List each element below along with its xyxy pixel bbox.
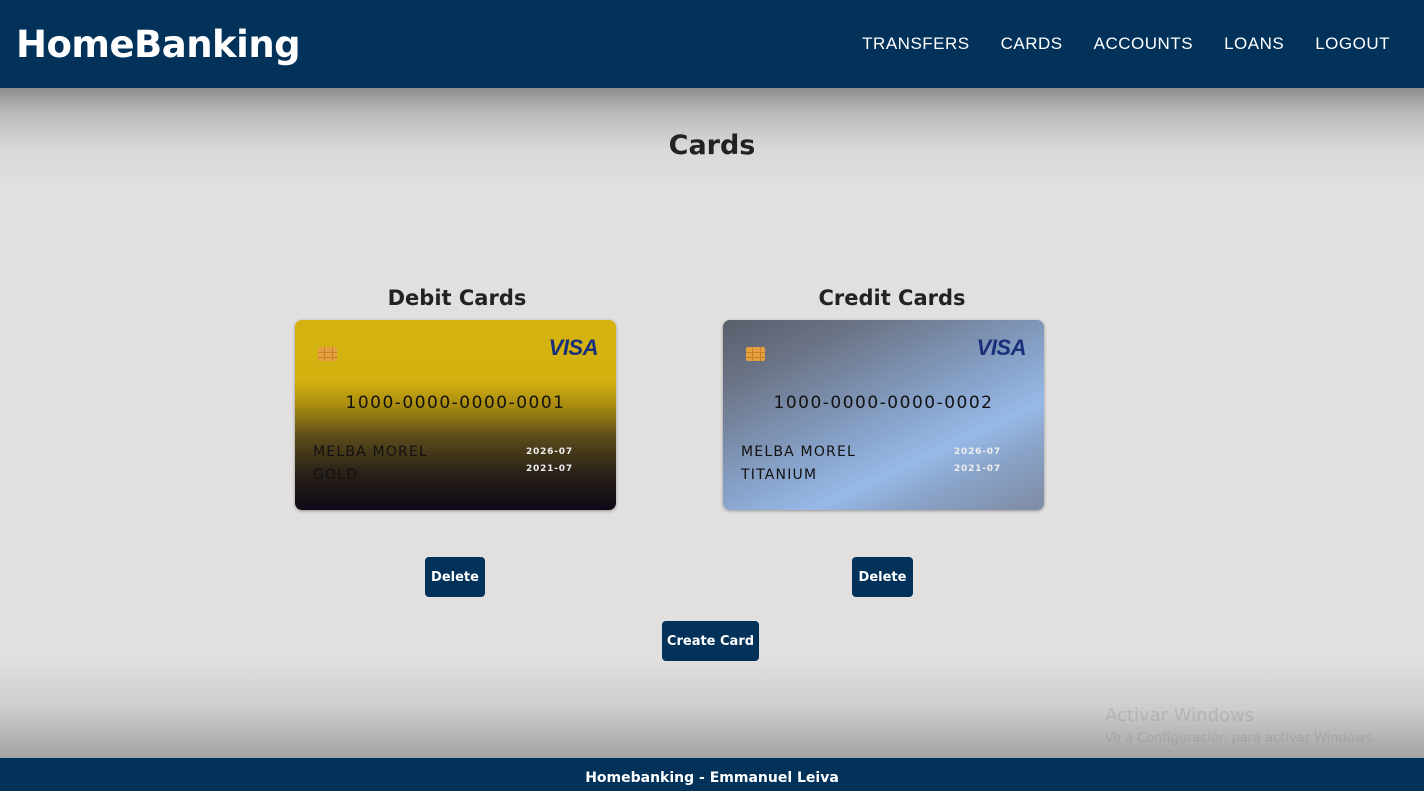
card-number: 1000-0000-0000-0001 <box>345 393 566 413</box>
card-thru-date: 2026-07 <box>526 447 573 457</box>
card-from-date: 2021-07 <box>526 464 573 474</box>
card-tier: GOLD <box>313 467 359 483</box>
navbar: HomeBanking TRANSFERS CARDS ACCOUNTS LOA… <box>0 0 1424 88</box>
page-title: Cards <box>668 130 756 161</box>
footer: Homebanking - Emmanuel Leiva <box>0 758 1424 791</box>
nav-link-logout[interactable]: LOGOUT <box>1315 34 1390 54</box>
visa-logo: VISA <box>976 335 1027 360</box>
card-holder-name: MELBA MOREL <box>313 444 429 460</box>
debit-card[interactable]: VISA 1000-0000-0000-0001 MELBA MOREL GOL… <box>295 320 616 510</box>
main-content: Cards Debit Cards VISA 1000-0000-0000-00… <box>0 88 1424 758</box>
credit-cards-title: Credit Cards <box>818 286 966 310</box>
brand-logo[interactable]: HomeBanking <box>16 23 301 66</box>
nav-link-loans[interactable]: LOANS <box>1224 34 1284 54</box>
credit-card[interactable]: VISA 1000-0000-0000-0002 MELBA MOREL TIT… <box>723 320 1044 510</box>
card-thru-date: 2026-07 <box>954 447 1001 457</box>
debit-cards-title: Debit Cards <box>387 286 527 310</box>
visa-logo: VISA <box>548 335 599 360</box>
create-card-button[interactable]: Create Card <box>662 621 759 661</box>
delete-credit-card-button[interactable]: Delete <box>852 557 913 597</box>
card-number: 1000-0000-0000-0002 <box>773 393 994 413</box>
footer-text: Homebanking - Emmanuel Leiva <box>585 770 839 786</box>
nav-link-accounts[interactable]: ACCOUNTS <box>1094 34 1193 54</box>
card-from-date: 2021-07 <box>954 464 1001 474</box>
nav-link-transfers[interactable]: TRANSFERS <box>862 34 969 54</box>
delete-debit-card-button[interactable]: Delete <box>425 557 485 597</box>
chip-icon <box>318 347 337 361</box>
card-tier: TITANIUM <box>741 467 818 483</box>
windows-activation-text: Ve a Configuración para activar Windows. <box>1105 731 1377 746</box>
card-holder-name: MELBA MOREL <box>741 444 857 460</box>
windows-activation-title: Activar Windows <box>1105 705 1255 726</box>
chip-icon <box>746 347 765 361</box>
nav-link-cards[interactable]: CARDS <box>1001 34 1063 54</box>
nav-links: TRANSFERS CARDS ACCOUNTS LOANS LOGOUT <box>831 34 1390 54</box>
